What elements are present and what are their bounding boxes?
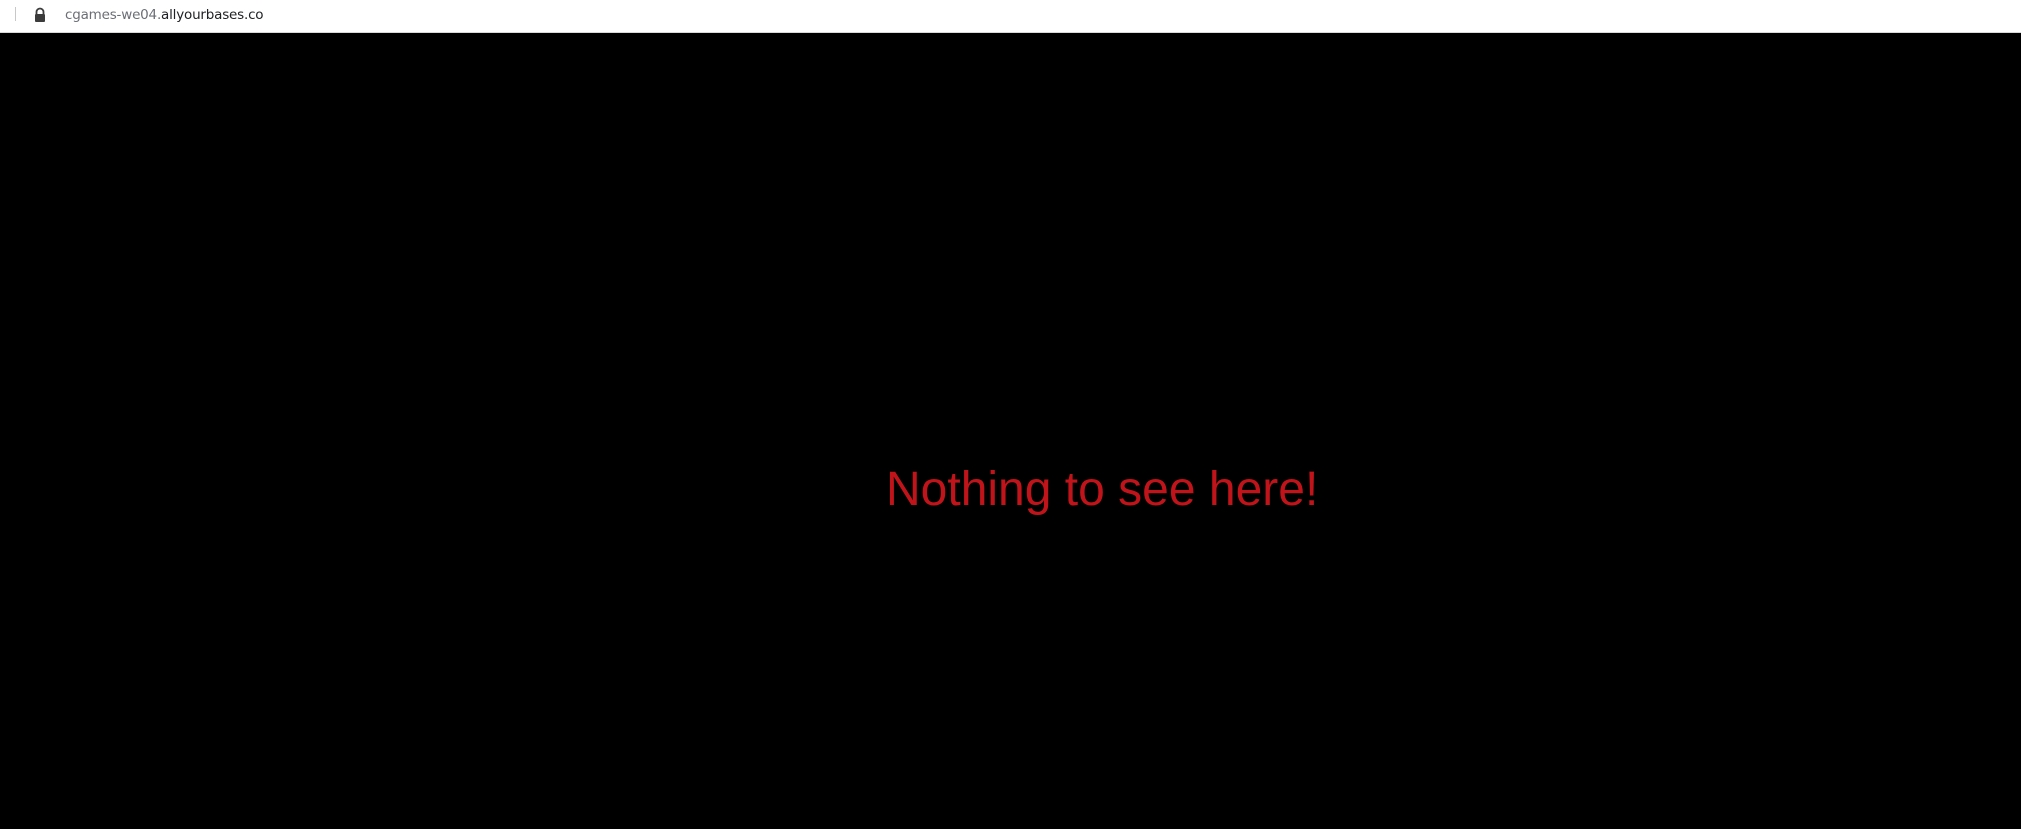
lock-icon[interactable]: [33, 7, 47, 23]
url-text[interactable]: cgames-we04.allyourbases.co: [65, 6, 264, 24]
url-domain: allyourbases.co: [161, 7, 264, 23]
page-content: [0, 33, 2021, 829]
toolbar-divider: [15, 7, 16, 21]
address-bar[interactable]: cgames-we04.allyourbases.co: [0, 0, 2021, 33]
page-message: Nothing to see here!: [886, 463, 1319, 516]
url-subdomain: cgames-we04.: [65, 7, 162, 23]
